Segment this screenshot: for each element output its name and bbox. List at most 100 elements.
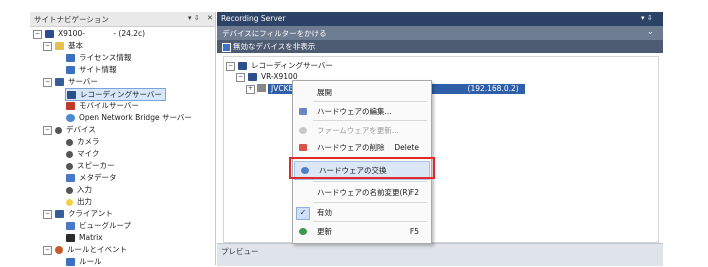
tree-item-devices[interactable]: − デバイス [43,124,96,135]
menu-item-delete-hardware[interactable]: ハードウェアの削除 Delete [293,139,431,156]
refresh-icon [299,228,307,235]
tree-item-recording-root[interactable]: − レコーディングサーバー [226,60,333,71]
highlight-box [289,157,435,179]
expand-icon[interactable]: + [246,84,255,94]
devices-icon [55,126,62,134]
collapse-icon[interactable]: − [43,125,52,135]
hide-disabled-checkbox[interactable] [222,43,231,52]
tree-item-label: Matrix [79,233,103,242]
menu-item-refresh[interactable]: 更新 F5 [293,223,431,240]
collapse-icon[interactable]: − [43,41,52,51]
hardware-ip: (192.168.0.2) [467,84,519,93]
tree-item-server[interactable]: − VR-X9100 [236,71,298,82]
menu-item-enabled[interactable]: ✓ 有効 [293,204,431,221]
tree-item-site-info[interactable]: サイト情報 [66,64,117,75]
site-navigation-title: サイトナビゲーション [34,15,109,24]
recording-server-title: Recording Server [221,14,286,23]
pin-icon[interactable]: ▾ ⇩ [641,14,653,22]
tree-item-microphones[interactable]: マイク [66,148,99,159]
tree-item-label: レコーディングサーバー [80,90,162,99]
collapse-icon[interactable]: − [236,72,245,82]
client-icon [55,210,64,218]
recording-server-icon [238,62,247,70]
checkmark-icon: ✓ [296,207,310,220]
input-icon [66,186,73,194]
tree-item-cameras[interactable]: カメラ [66,136,100,147]
pin-icon[interactable]: ▾ ⇩ [188,14,200,22]
collapse-icon[interactable]: − [43,209,52,219]
tree-item-license[interactable]: ライセンス情報 [66,52,131,63]
network-bridge-icon [66,114,75,122]
menu-item-shortcut: F5 [409,227,419,236]
recording-server-tree: −レコーディングサーバー −VR-X9100 + JVCKENWOOD Publ… [223,56,659,243]
tree-item-label: デバイス [66,125,96,134]
tree-item-label: ルールとイベント [67,245,127,254]
menu-item-label: ハードウェアの削除 [317,143,385,152]
site-navigation-pane: サイトナビゲーション ▾ ⇩ ✕ − X9100- - (24.2c) − 基本 ラ… [30,12,216,267]
menu-item-edit-hardware[interactable]: ハードウェアの編集... [293,103,431,120]
tree-item-view-groups[interactable]: ビューグループ [66,220,131,231]
tree-item-speakers[interactable]: スピーカー [66,160,115,171]
tree-item-label: 入力 [77,185,92,194]
microphone-icon [66,150,73,158]
view-group-icon [66,222,75,230]
preview-bar: プレビュー [217,243,663,266]
tree-item-label: モバイルサーバー [79,101,139,110]
collapse-icon[interactable]: − [33,29,42,39]
tree-item-label: クライアント [68,209,113,218]
matrix-icon [66,234,75,242]
hardware-icon [257,84,266,92]
tree-item-basic[interactable]: − 基本 [43,40,83,51]
tree-item-label: ライセンス情報 [79,53,132,62]
tree-item-label: 出力 [77,197,92,206]
tree-item-label: 基本 [68,41,83,50]
hide-disabled-row[interactable]: 無効なデバイスを非表示 [217,40,663,53]
folder-icon [55,42,64,50]
tree-item-metadata[interactable]: メタデータ [66,172,117,183]
site-icon [45,30,54,38]
collapse-icon[interactable]: − [43,77,52,87]
device-filter-bar[interactable]: デバイスにフィルターをかける ⌄ [217,26,663,40]
site-info-icon [66,66,75,74]
menu-separator [313,181,427,182]
tree-item-servers[interactable]: − サーバー [43,76,98,87]
menu-item-label: 有効 [317,208,332,217]
menu-item-label: ファームウェアを更新... [317,126,399,135]
menu-separator [313,202,427,203]
recording-server-pane: Recording Server ▾ ⇩ デバイスにフィルターをかける ⌄ 無効… [217,12,663,266]
tree-item-outputs[interactable]: 出力 [66,196,92,207]
menu-item-rename-hardware[interactable]: ハードウェアの名前変更(R) F2 [293,184,431,201]
tree-item-mobile-servers[interactable]: モバイルサーバー [66,100,139,111]
license-icon [66,54,75,62]
tree-item-inputs[interactable]: 入力 [66,184,92,195]
speaker-icon [66,162,73,170]
menu-separator [313,221,427,222]
tree-item-label: Open Network Bridge サーバー [79,113,192,122]
chevron-down-icon[interactable]: ⌄ [647,27,654,36]
camera-icon [66,138,73,146]
metadata-icon [66,174,75,182]
device-filter-label: デバイスにフィルターをかける [222,29,327,38]
tree-item-matrix[interactable]: Matrix [66,232,103,243]
menu-separator [313,101,427,102]
menu-item-label: ハードウェアの名前変更(R) [317,188,411,197]
tree-item-label: スピーカー [77,161,115,170]
rules-events-icon [55,246,63,254]
tree-item-site[interactable]: − X9100- - (24.2c) [33,28,145,39]
menu-item-shortcut: F2 [409,188,419,197]
mobile-server-icon [66,102,75,110]
tree-item-rules-events[interactable]: − ルールとイベント [43,244,127,255]
output-bulb-icon [66,198,73,206]
tree-item-label: X9100- [58,29,85,38]
collapse-icon[interactable]: − [43,245,52,255]
tree-item-rules[interactable]: ルール [66,256,102,267]
menu-item-shortcut: Delete [394,143,419,152]
menu-separator [313,120,427,121]
close-icon[interactable]: ✕ [207,14,213,22]
collapse-icon[interactable]: − [226,61,235,71]
tree-item-clients[interactable]: − クライアント [43,208,113,219]
menu-item-expand[interactable]: 展開 [293,84,431,101]
tree-item-onb-servers[interactable]: Open Network Bridge サーバー [66,112,192,123]
tree-item-label: カメラ [77,137,100,146]
server-icon [55,78,64,86]
